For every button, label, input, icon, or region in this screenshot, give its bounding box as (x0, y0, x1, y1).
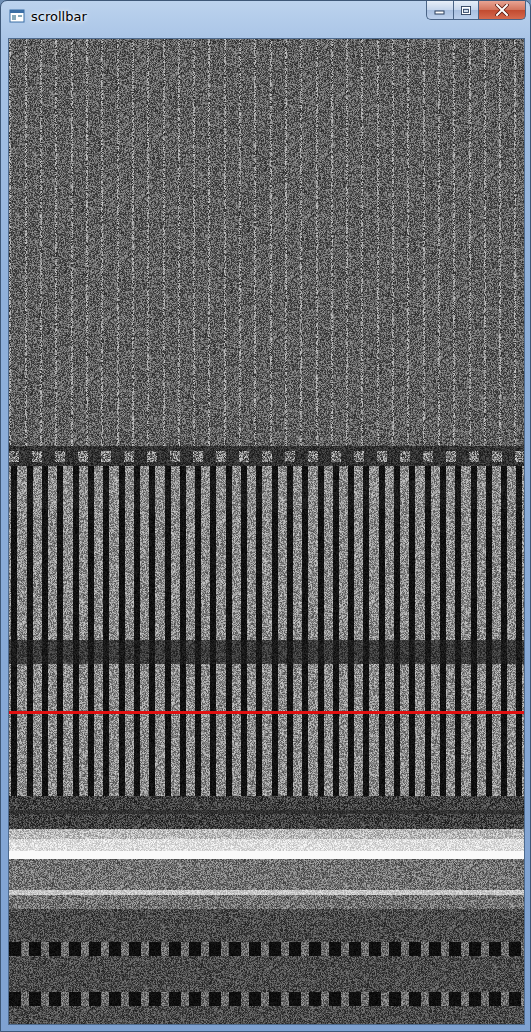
scroll-position-marker[interactable] (9, 711, 524, 714)
minimize-button[interactable] (426, 1, 453, 20)
data-image (9, 39, 524, 1024)
client-frame (1, 37, 530, 1031)
caption-buttons (426, 1, 526, 21)
maximize-icon (460, 5, 472, 16)
maximize-button[interactable] (453, 1, 479, 20)
image-view[interactable] (8, 38, 525, 1025)
app-window: scrollbar (0, 0, 531, 1032)
title-area: scrollbar (9, 1, 87, 31)
close-icon (495, 4, 509, 16)
window-title: scrollbar (31, 9, 87, 24)
app-icon (9, 8, 25, 24)
minimize-icon (434, 5, 446, 15)
title-bar[interactable]: scrollbar (1, 1, 530, 37)
close-button[interactable] (479, 1, 526, 20)
